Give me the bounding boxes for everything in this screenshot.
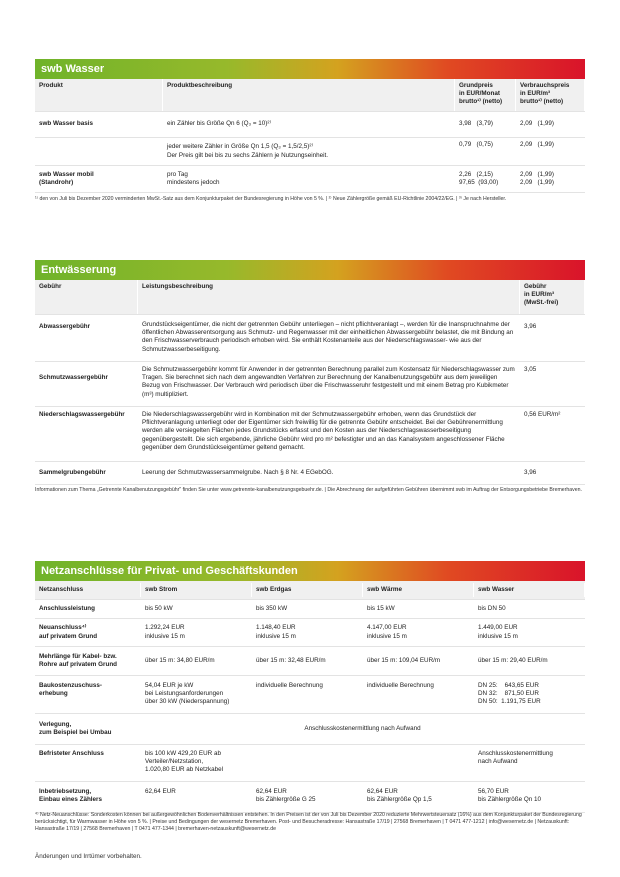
table-row: Abwassergebühr Grundstückseigentümer, di… xyxy=(35,315,585,362)
header-wasser: swb Wasser xyxy=(474,582,585,598)
row-label: Inbetriebsetzung, Einbau eines Zählers xyxy=(35,782,141,812)
cell-strom: 62,64 EUR xyxy=(141,782,252,812)
row-grundpreis: 3,98 (3,79) xyxy=(455,117,516,132)
row-description: ein Zähler bis Größe Qn 6 (Q₃ = 10)²⁾ xyxy=(163,117,455,132)
row-description: jeder weitere Zähler in Größe Qn 1,5 (Q₃… xyxy=(163,140,455,163)
wasser-table: Produkt Produktbeschreibung Grundpreis i… xyxy=(35,79,585,193)
header-leistung: Leistungsbeschreibung xyxy=(138,280,520,314)
table-row: jeder weitere Zähler in Größe Qn 1,5 (Q₃… xyxy=(35,138,585,166)
row-description: pro Tag mindestens jedoch xyxy=(163,167,455,191)
cell-wasser: Anschlusskostenermittlung nach Aufwand xyxy=(474,745,585,781)
table-row: Verlegung, zum Beispiel bei Umbau Anschl… xyxy=(35,714,585,745)
section-title-wasser: swb Wasser xyxy=(35,59,585,79)
cell-wasser: bis DN 50 xyxy=(474,601,585,617)
row-label: Schmutzwassergebühr xyxy=(35,362,138,406)
wasser-footnote: ¹⁾ den von Juli bis Dezember 2020 vermin… xyxy=(35,196,507,202)
cell-strom: bis 50 kW xyxy=(141,601,252,617)
row-verbrauchspreis: 2,09 (1,99) xyxy=(516,117,585,132)
cell-waerme: bis 15 kW xyxy=(363,601,474,617)
table-row: swb Wasser mobil (Standrohr) pro Tag min… xyxy=(35,166,585,193)
row-grundpreis: 0,79 (0,75) xyxy=(455,138,516,153)
row-label: Neuanschluss⁴⁾ auf privatem Grund xyxy=(35,621,141,644)
cell-waerme: individuelle Berechnung xyxy=(363,676,474,713)
cell-wasser: DN 25: 643,65 EUR DN 32: 871,50 EUR DN 5… xyxy=(474,676,585,713)
row-description: Grundstückseigentümer, die nicht der get… xyxy=(138,315,520,361)
table-row: Schmutzwassergebühr Die Schmutzwassergeb… xyxy=(35,362,585,407)
header-verbrauchspreis: Verbrauchspreis in EUR/m³ brutto¹⁾ (nett… xyxy=(516,79,585,111)
cell-strom: 54,04 EUR je kW bei Leistungsanforderung… xyxy=(141,676,252,713)
netz-footnote: ⁴⁾ Netz-Neuanschlüsse: Sonderkosten könn… xyxy=(35,812,582,832)
row-description: Die Niederschlagswassergebühr wird in Ko… xyxy=(138,407,520,461)
cell-strom: 1.292,24 EUR inklusive 15 m xyxy=(141,621,252,644)
entwaesserung-table: Gebühr Leistungsbeschreibung Gebühr in E… xyxy=(35,280,585,485)
table-header-row: Gebühr Leistungsbeschreibung Gebühr in E… xyxy=(35,280,585,315)
row-label: Verlegung, zum Beispiel bei Umbau xyxy=(35,717,141,741)
cell-waerme xyxy=(363,745,474,781)
cell-erdgas: bis 350 kW xyxy=(252,601,363,617)
cell-waerme: 4.147,00 EUR inklusive 15 m xyxy=(363,621,474,644)
cell-erdgas: 62,64 EUR bis Zählergröße G 25 xyxy=(252,782,363,812)
header-beschreibung: Produktbeschreibung xyxy=(163,79,455,111)
table-row: Anschlussleistung bis 50 kW bis 350 kW b… xyxy=(35,600,585,619)
row-preis: 3,96 xyxy=(520,315,585,361)
row-label: Abwassergebühr xyxy=(35,315,138,361)
closing-note: Änderungen und Irrtümer vorbehalten. xyxy=(35,853,142,860)
table-row: Baukostenzuschuss- erhebung 54,04 EUR je… xyxy=(35,676,585,714)
header-grundpreis: Grundpreis in EUR/Monat brutto¹⁾ (netto) xyxy=(455,79,516,111)
row-verbrauchspreis: 2,09 (1,99) xyxy=(516,138,585,153)
row-label: Anschlussleistung xyxy=(35,601,141,617)
row-preis: 3,96 xyxy=(520,465,585,481)
row-grundpreis: 2,26 (2,15) 97,65 (93,00) xyxy=(455,167,516,191)
table-row: Sammelgrubengebühr Leerung der Schmutzwa… xyxy=(35,462,585,485)
row-label: Befristeter Anschluss xyxy=(35,745,141,781)
netz-table: Netzanschluss swb Strom swb Erdgas swb W… xyxy=(35,581,585,813)
row-description: Die Schmutzwassergebühr kommt für Anwend… xyxy=(138,362,520,406)
cell-erdgas xyxy=(252,745,363,781)
table-row: Befristeter Anschluss bis 100 kW 429,20 … xyxy=(35,745,585,782)
cell-wasser: 1.449,00 EUR inklusive 15 m xyxy=(474,621,585,644)
cell-waerme: über 15 m: 109,04 EUR/m xyxy=(363,653,474,669)
row-label xyxy=(35,148,163,155)
table-header-row: Produkt Produktbeschreibung Grundpreis i… xyxy=(35,79,585,112)
cell-wasser: 56,70 EUR bis Zählergröße Qn 10 xyxy=(474,782,585,812)
header-erdgas: swb Erdgas xyxy=(252,582,363,598)
row-label: Niederschlagswassergebühr xyxy=(35,407,138,461)
row-label: swb Wasser mobil (Standrohr) xyxy=(35,167,163,191)
header-waerme: swb Wärme xyxy=(363,582,474,598)
cell-wasser: über 15 m: 29,40 EUR/m xyxy=(474,653,585,669)
table-row: Niederschlagswassergebühr Die Niederschl… xyxy=(35,407,585,462)
section-title-entwaesserung: Entwässerung xyxy=(35,260,585,280)
row-label: Mehrlänge für Kabel- bzw. Rohre auf priv… xyxy=(35,649,141,673)
table-row: swb Wasser basis ein Zähler bis Größe Qn… xyxy=(35,112,585,138)
table-header-row: Netzanschluss swb Strom swb Erdgas swb W… xyxy=(35,581,585,600)
entwaesserung-footnote: Informationen zum Thema „Getrennte Kanal… xyxy=(35,487,582,493)
table-row: Mehrlänge für Kabel- bzw. Rohre auf priv… xyxy=(35,647,585,676)
header-preis: Gebühr in EUR/m³ (MwSt.-frei) xyxy=(520,280,585,314)
cell-erdgas: über 15 m: 32,48 EUR/m xyxy=(252,653,363,669)
cell-strom: über 15 m: 34,80 EUR/m xyxy=(141,653,252,669)
section-title-netz: Netzanschlüsse für Privat- und Geschäfts… xyxy=(35,561,585,581)
row-preis: 0,56 EUR/m² xyxy=(520,407,585,461)
row-preis: 3,05 xyxy=(520,362,585,406)
row-label: swb Wasser basis xyxy=(35,117,163,132)
row-description: Leerung der Schmutzwassersammelgrube. Na… xyxy=(138,465,520,481)
header-produkt: Produkt xyxy=(35,79,163,111)
header-strom: swb Strom xyxy=(141,582,252,598)
cell-span: Anschlusskostenermittlung nach Aufwand xyxy=(141,721,585,737)
header-gebuehr: Gebühr xyxy=(35,280,138,314)
table-row: Inbetriebsetzung, Einbau eines Zählers 6… xyxy=(35,782,585,813)
cell-erdgas: 1.148,40 EUR inklusive 15 m xyxy=(252,621,363,644)
cell-waerme: 62,64 EUR bis Zählergröße Qp 1,5 xyxy=(363,782,474,812)
row-verbrauchspreis: 2,09 (1,99) 2,09 (1,99) xyxy=(516,167,585,191)
cell-erdgas: individuelle Berechnung xyxy=(252,676,363,713)
header-netzanschluss: Netzanschluss xyxy=(35,582,141,598)
cell-strom: bis 100 kW 429,20 EUR ab Verteiler/Netzs… xyxy=(141,745,252,781)
row-label: Baukostenzuschuss- erhebung xyxy=(35,676,141,713)
table-row: Neuanschluss⁴⁾ auf privatem Grund 1.292,… xyxy=(35,619,585,647)
row-label: Sammelgrubengebühr xyxy=(35,465,138,481)
